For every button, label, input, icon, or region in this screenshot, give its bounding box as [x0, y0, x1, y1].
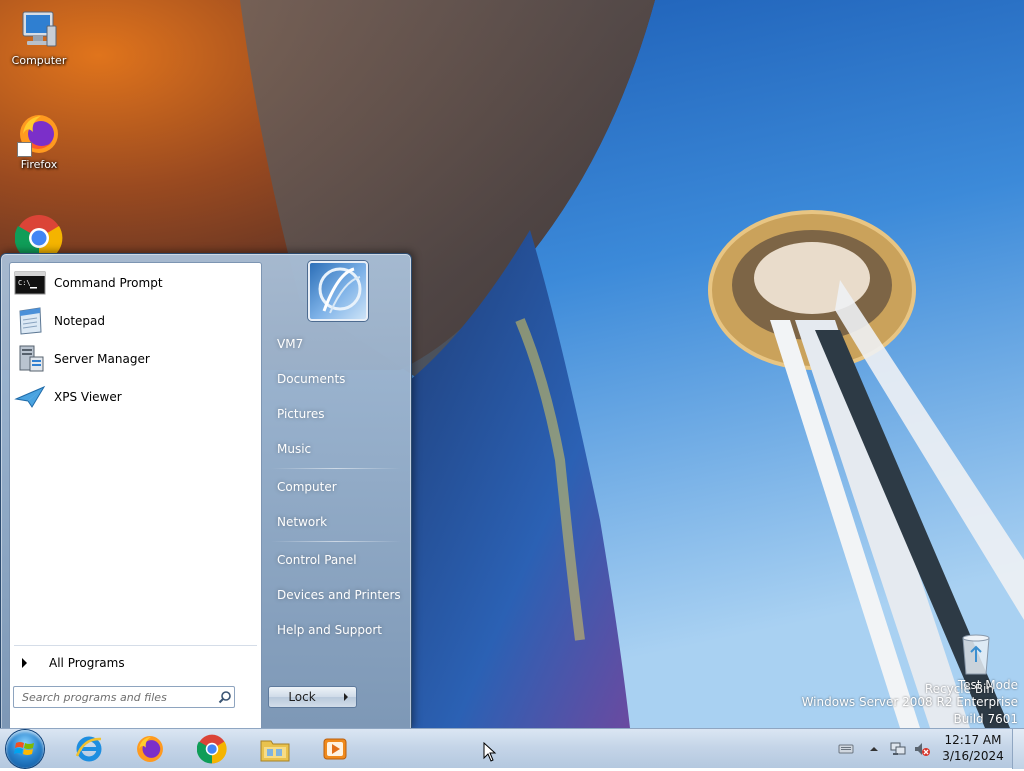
desktop-icon-firefox[interactable]: Firefox [1, 112, 77, 171]
programs-divider [14, 645, 257, 646]
svg-text:C:\: C:\ [18, 279, 31, 287]
start-link-user-folder[interactable]: VM7 [267, 329, 403, 359]
start-link-label: Music [277, 442, 312, 456]
chevron-up-icon[interactable] [866, 741, 882, 757]
right-pane-divider [271, 468, 401, 469]
start-link-label: Help and Support [277, 623, 382, 637]
program-label: Notepad [54, 314, 105, 328]
windows-logo-icon [14, 742, 34, 755]
desktop-icon-recycle-bin[interactable] [938, 632, 1014, 678]
start-link-label: Network [277, 515, 328, 529]
build-text: Build 7601 [953, 712, 1018, 726]
program-label: XPS Viewer [54, 390, 122, 404]
taskbar-firefox[interactable] [123, 731, 177, 767]
search-input[interactable] [20, 688, 214, 706]
desktop-icon-computer[interactable]: Computer [1, 8, 77, 67]
taskbar-clock[interactable]: 12:17 AM 3/16/2024 [936, 732, 1010, 764]
right-pane-divider [271, 541, 401, 542]
taskbar-chrome[interactable] [185, 731, 239, 767]
taskbar-windows-explorer[interactable] [248, 731, 302, 767]
shortcut-arrow-icon [17, 142, 32, 157]
user-account-picture[interactable] [308, 261, 368, 321]
start-link-label: Documents [277, 372, 346, 386]
notepad-icon [19, 307, 42, 335]
server-manager-icon [19, 345, 44, 372]
chevron-right-icon [343, 693, 348, 701]
chevron-right-icon [22, 658, 27, 668]
show-desktop-button[interactable] [1012, 729, 1024, 769]
program-label: Server Manager [54, 352, 150, 366]
recycle-bin-label: Recycle Bin [924, 682, 994, 696]
program-server-manager[interactable]: Server Manager [12, 341, 259, 377]
program-xps-viewer[interactable]: XPS Viewer [12, 379, 259, 415]
all-programs-button[interactable]: All Programs [14, 651, 257, 675]
computer-icon [22, 11, 57, 47]
keyboard-icon[interactable] [838, 741, 854, 757]
command-prompt-icon: C:\ [14, 271, 46, 295]
os-edition-text: Windows Server 2008 R2 Enterprise [801, 695, 1018, 709]
taskbar: 12:17 AM 3/16/2024 [0, 728, 1024, 769]
search-icon[interactable] [218, 690, 232, 704]
program-label: Command Prompt [54, 276, 163, 290]
start-link-label: Computer [277, 480, 337, 494]
start-link-devices-and-printers[interactable]: Devices and Printers [267, 580, 403, 610]
lock-button-label: Lock [288, 690, 316, 704]
mouse-cursor-icon [483, 742, 497, 762]
user-picture-art-icon [318, 267, 362, 314]
program-command-prompt[interactable]: C:\ Command Prompt [12, 265, 259, 301]
start-link-computer[interactable]: Computer [267, 472, 403, 502]
start-menu: C:\ Command Prompt Notepad Server Manage… [0, 253, 412, 730]
start-button[interactable] [6, 730, 44, 768]
start-link-label: VM7 [277, 337, 304, 351]
media-player-icon [323, 738, 347, 760]
volume-muted-icon[interactable] [914, 741, 930, 757]
firefox-icon [137, 736, 163, 762]
start-link-label: Devices and Printers [277, 588, 401, 602]
lock-button[interactable]: Lock [268, 686, 336, 708]
shutdown-options-button[interactable] [335, 686, 357, 708]
start-link-pictures[interactable]: Pictures [267, 399, 403, 429]
start-link-label: Control Panel [277, 553, 357, 567]
all-programs-label: All Programs [49, 656, 125, 670]
xps-viewer-icon [14, 385, 46, 408]
taskbar-internet-explorer[interactable] [62, 731, 116, 767]
start-menu-programs-pane: C:\ Command Prompt Notepad Server Manage… [9, 262, 262, 729]
program-notepad[interactable]: Notepad [12, 303, 259, 339]
start-link-label: Pictures [277, 407, 325, 421]
clock-date: 3/16/2024 [942, 749, 1004, 763]
start-link-documents[interactable]: Documents [267, 364, 403, 394]
windows-explorer-icon [260, 740, 290, 762]
start-link-control-panel[interactable]: Control Panel [267, 545, 403, 575]
chrome-icon [197, 734, 227, 764]
recycle-bin-icon [962, 634, 990, 675]
start-link-music[interactable]: Music [267, 434, 403, 464]
taskbar-media-player[interactable] [308, 731, 362, 767]
internet-explorer-icon [75, 736, 102, 762]
desktop-icon-label: Computer [11, 54, 67, 67]
start-search-box[interactable] [13, 686, 235, 708]
desktop-icon-label: Firefox [20, 158, 58, 171]
start-link-network[interactable]: Network [267, 507, 403, 537]
clock-time: 12:17 AM [944, 733, 1002, 747]
network-icon[interactable] [890, 741, 906, 757]
start-link-help-and-support[interactable]: Help and Support [267, 615, 403, 645]
